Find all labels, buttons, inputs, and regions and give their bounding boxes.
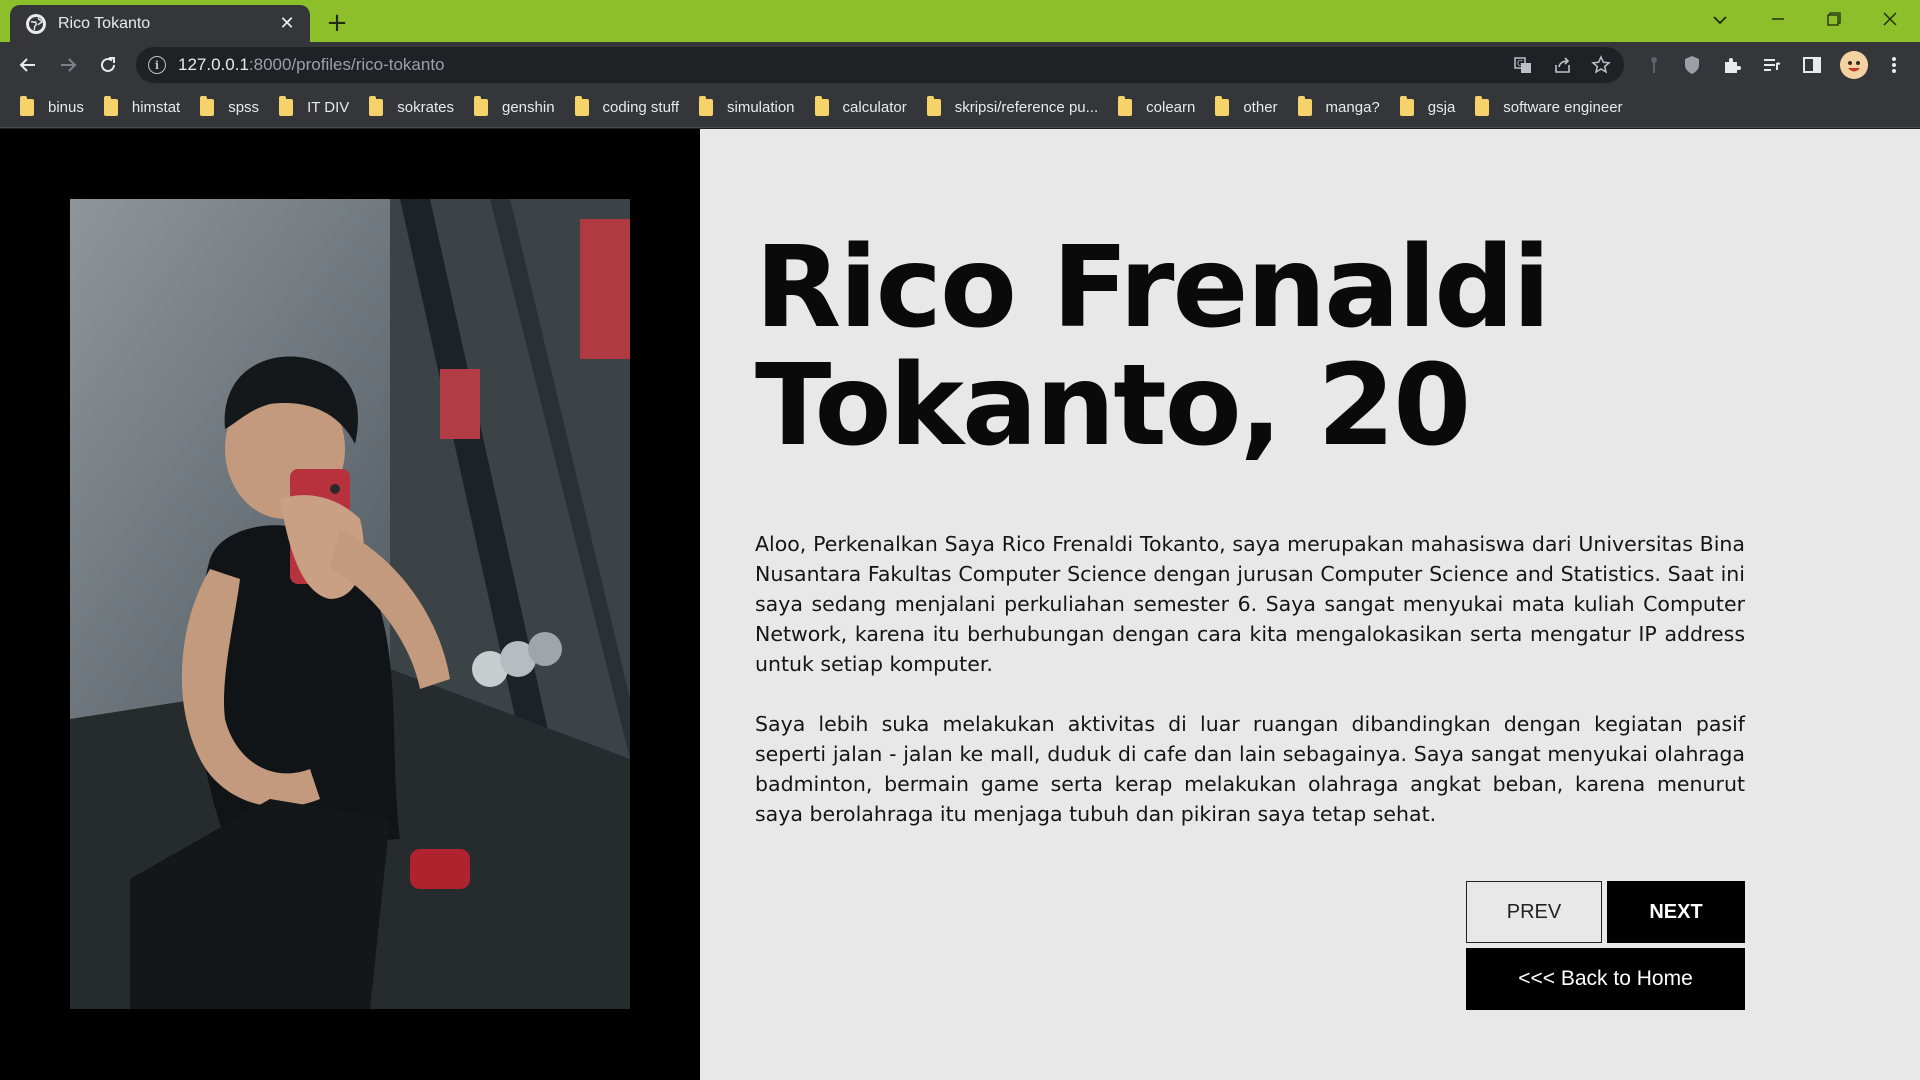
puzzle-extensions-icon[interactable] — [1718, 51, 1746, 79]
svg-text:G: G — [1517, 59, 1523, 68]
close-tab-icon[interactable]: ✕ — [276, 13, 298, 35]
photo-panel — [0, 129, 700, 1080]
folder-icon — [699, 96, 713, 116]
folder-icon — [1399, 96, 1414, 116]
bookmarks-bar: binus himstat spss IT DIV sokrates genshin cod… — [0, 88, 1920, 128]
bookmark-item[interactable]: IT DIV — [273, 93, 359, 123]
share-icon[interactable] — [1550, 52, 1576, 78]
tab-active[interactable]: Rico Tokanto ✕ — [10, 5, 310, 42]
bookmark-label: himstat — [131, 99, 181, 116]
bookmark-item[interactable]: skripsi/reference pu... — [921, 93, 1108, 123]
bookmark-item[interactable]: coding stuff — [569, 93, 689, 123]
bookmark-label: genshin — [502, 99, 555, 116]
media-queue-icon[interactable] — [1758, 51, 1786, 79]
folder-icon — [279, 96, 294, 116]
folder-icon — [369, 96, 384, 116]
bookmark-label: simulation — [727, 99, 795, 116]
bookmark-item[interactable]: genshin — [468, 93, 565, 123]
profile-photo — [70, 199, 630, 1009]
bookmark-item[interactable]: spss — [194, 93, 269, 123]
url-text[interactable]: 127.0.0.1:8000/profiles/rico-tokanto — [178, 55, 445, 75]
tab-strip: Rico Tokanto ✕ + — [0, 0, 1920, 42]
next-button[interactable]: NEXT — [1607, 881, 1745, 943]
folder-icon — [103, 96, 118, 116]
bio-paragraph-1: Aloo, Perkenalkan Saya Rico Frenaldi Tok… — [755, 532, 1745, 676]
translate-icon[interactable]: G — [1510, 52, 1536, 78]
side-panel-icon[interactable] — [1798, 51, 1826, 79]
bookmark-item[interactable]: binus — [14, 93, 94, 123]
bookmark-label: skripsi/reference pu... — [954, 99, 1099, 116]
bookmark-item[interactable]: gsja — [1394, 93, 1466, 123]
bio-paragraph-2: Saya lebih suka melakukan aktivitas di l… — [755, 712, 1745, 826]
globe-icon — [26, 13, 46, 34]
bookmark-label: sokrates — [397, 99, 454, 116]
key-icon[interactable] — [1640, 51, 1668, 79]
bookmark-label: calculator — [842, 99, 907, 116]
bookmark-label: coding stuff — [602, 99, 679, 116]
folder-icon — [926, 96, 941, 116]
folder-icon — [1215, 96, 1230, 116]
folder-icon — [814, 96, 829, 116]
folder-icon — [1297, 96, 1312, 116]
bookmark-item[interactable]: software engineer — [1469, 93, 1632, 123]
bookmark-label: binus — [48, 99, 84, 116]
bookmark-item[interactable]: colearn — [1112, 93, 1205, 123]
folder-icon — [1118, 96, 1133, 116]
folder-icon — [1475, 96, 1490, 116]
restore-icon[interactable] — [1806, 0, 1862, 38]
profile-page: Rico Frenaldi Tokanto, 20 Aloo, Perkenal… — [0, 129, 1920, 1080]
bookmark-label: software engineer — [1503, 99, 1623, 116]
bookmark-item[interactable]: sokrates — [363, 93, 464, 123]
bookmark-item[interactable]: himstat — [98, 93, 190, 123]
name-line-1: Rico Frenaldi — [755, 223, 1551, 353]
prev-button[interactable]: PREV — [1466, 881, 1602, 943]
bookmark-star-icon[interactable] — [1588, 52, 1614, 78]
profile-avatar[interactable] — [1840, 51, 1868, 79]
close-window-icon[interactable] — [1862, 0, 1918, 38]
bookmark-label: spss — [228, 99, 260, 116]
bookmark-label: other — [1243, 99, 1278, 116]
bookmark-label: IT DIV — [307, 99, 350, 116]
minimize-icon[interactable] — [1750, 0, 1806, 38]
back-arrow-icon[interactable] — [12, 49, 44, 81]
tab-title: Rico Tokanto — [58, 14, 151, 32]
url-host: 127.0.0.1 — [178, 55, 249, 74]
reload-icon[interactable] — [92, 49, 124, 81]
bookmark-label: colearn — [1146, 99, 1196, 116]
url-path: :8000/profiles/rico-tokanto — [248, 55, 445, 74]
address-bar[interactable]: i 127.0.0.1:8000/profiles/rico-tokanto G — [136, 47, 1624, 83]
info-icon[interactable]: i — [148, 56, 166, 74]
forward-arrow-icon[interactable] — [52, 49, 84, 81]
bookmark-item[interactable]: simulation — [693, 93, 805, 123]
bookmark-item[interactable]: calculator — [809, 93, 917, 123]
new-tab-icon[interactable]: + — [322, 8, 352, 38]
folder-icon — [200, 96, 215, 116]
folder-icon — [474, 96, 488, 116]
more-menu-icon[interactable] — [1880, 51, 1908, 79]
chevron-down-icon[interactable] — [1706, 8, 1734, 32]
profile-name: Rico Frenaldi Tokanto, 20 — [755, 229, 1745, 465]
back-to-home-button[interactable]: <<< Back to Home — [1466, 948, 1745, 1010]
bookmark-item[interactable]: other — [1209, 93, 1287, 123]
folder-icon — [574, 96, 589, 116]
bookmark-label: gsja — [1427, 99, 1456, 116]
bookmark-item[interactable]: manga? — [1292, 93, 1390, 123]
folder-icon — [20, 96, 34, 116]
shield-extension-icon[interactable] — [1678, 51, 1706, 79]
browser-toolbar: i 127.0.0.1:8000/profiles/rico-tokanto G — [0, 42, 1920, 88]
name-line-2: Tokanto, 20 — [755, 341, 1471, 471]
bookmark-label: manga? — [1325, 99, 1380, 116]
